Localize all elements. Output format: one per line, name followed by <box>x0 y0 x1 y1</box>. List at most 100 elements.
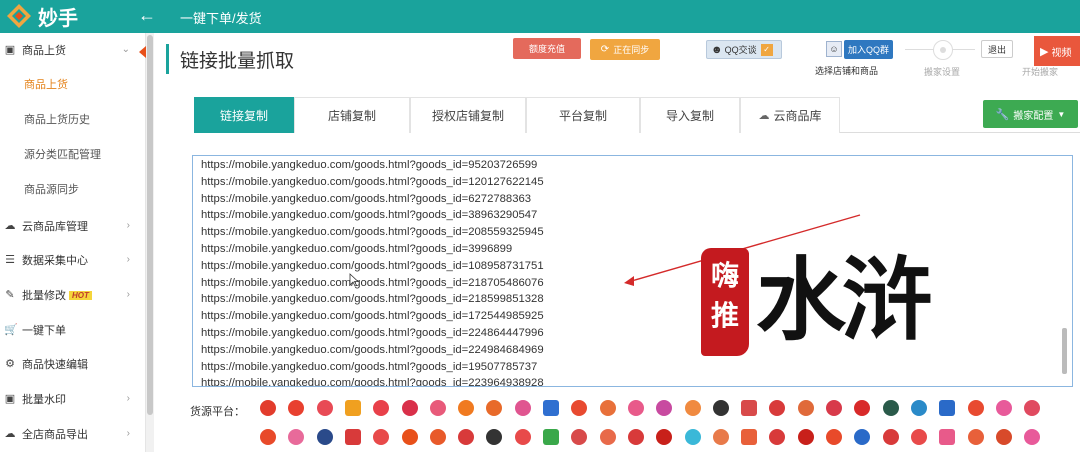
platform-logo-icon[interactable] <box>854 400 871 416</box>
platform-logo-icon[interactable] <box>995 400 1012 416</box>
platform-logo-icon[interactable] <box>288 429 305 445</box>
platform-logo-icon[interactable] <box>373 400 390 416</box>
platform-logo-icon[interactable] <box>486 429 503 445</box>
sidebar-item-quick-edit[interactable]: ⚙ 商品快速编辑 <box>0 347 146 381</box>
platform-logo-icon[interactable] <box>967 429 984 445</box>
sidebar-subitem-category-mapping[interactable]: 源分类匹配管理 <box>0 137 146 171</box>
tab-cloud-library[interactable]: ☁ 云商品库 <box>740 97 840 133</box>
scrollbar-thumb[interactable] <box>147 35 153 415</box>
platform-logo-icon[interactable] <box>656 429 673 445</box>
platform-logo-icon[interactable] <box>344 400 361 416</box>
url-line: https://mobile.yangkeduo.com/goods.html?… <box>201 242 513 255</box>
platform-logo-icon[interactable] <box>344 429 361 445</box>
sidebar-item-product-upload[interactable]: ▣ 商品上货 ⌄ <box>0 33 146 67</box>
platform-logo-icon[interactable] <box>741 400 758 416</box>
platform-logo-icon[interactable] <box>571 429 588 445</box>
platform-logo-icon[interactable] <box>854 429 871 445</box>
platform-logo-icon[interactable] <box>458 400 475 416</box>
textarea-scrollbar[interactable] <box>1061 162 1069 380</box>
header-title: 一键下单/发货 <box>180 11 262 26</box>
sync-button[interactable]: ⟳ 正在同步 <box>590 39 660 60</box>
platform-logo-icon[interactable] <box>260 400 276 416</box>
platform-logo-icon[interactable] <box>882 429 899 445</box>
platform-logo-icon[interactable] <box>769 400 786 416</box>
platform-logo-icon[interactable] <box>571 400 588 416</box>
platform-logo-icon[interactable] <box>514 400 531 416</box>
platform-logo-icon[interactable] <box>429 400 446 416</box>
platform-logo-icon[interactable] <box>741 429 758 445</box>
platform-logo-icon[interactable] <box>910 400 927 416</box>
exit-button[interactable]: 退出 <box>981 40 1013 58</box>
move-config-button[interactable]: 🔧 搬家配置 ▼ <box>983 100 1078 128</box>
back-arrow-icon[interactable]: ← <box>138 6 156 24</box>
platform-logo-icon[interactable] <box>656 400 673 416</box>
platform-logo-icon[interactable] <box>1024 429 1041 445</box>
platform-logo-icon[interactable] <box>882 400 899 416</box>
tab-import-copy[interactable]: 导入复制 <box>640 97 740 133</box>
join-qq-group-button[interactable]: ☺ 加入QQ群 <box>826 39 898 59</box>
platform-logo-icon[interactable] <box>684 400 701 416</box>
platform-logo-icon[interactable] <box>543 400 559 416</box>
sidebar-item-batch-watermark[interactable]: ▣ 批量水印 › <box>0 382 146 416</box>
step-start-move: 开始搬家 <box>1022 67 1059 77</box>
sidebar-item-cloud-library[interactable]: ☁ 云商品库管理 › <box>0 209 146 243</box>
platform-logo-icon[interactable] <box>401 400 418 416</box>
platform-logo-icon[interactable] <box>826 400 842 416</box>
seal-text: 嗨推 <box>710 259 739 332</box>
scrollbar-thumb[interactable] <box>1062 328 1067 374</box>
platform-logo-icon[interactable] <box>486 400 503 416</box>
platform-logo-icon[interactable] <box>797 400 814 416</box>
platform-logo-icon[interactable] <box>543 429 559 445</box>
tab-link-copy[interactable]: 链接复制 <box>194 97 294 133</box>
tab-platform-copy[interactable]: 平台复制 <box>526 97 640 133</box>
sidebar-scrollbar[interactable] <box>146 33 154 452</box>
platform-logo-icon[interactable] <box>939 429 956 445</box>
sidebar-subitem-product-upload[interactable]: 商品上货 <box>0 67 146 101</box>
sidebar-subitem-source-sync[interactable]: 商品源同步 <box>0 172 146 206</box>
url-line: https://mobile.yangkeduo.com/goods.html?… <box>201 209 538 222</box>
url-line: https://mobile.yangkeduo.com/goods.html?… <box>201 293 544 306</box>
video-button[interactable]: ▶ 视频 <box>1034 36 1080 66</box>
platform-logo-icon[interactable] <box>373 429 390 445</box>
platform-logo-icon[interactable] <box>458 429 475 445</box>
recharge-button[interactable]: 额度充值 <box>513 38 581 59</box>
platform-logo-icon[interactable] <box>260 429 276 445</box>
tab-store-copy[interactable]: 店铺复制 <box>294 97 410 133</box>
watermark-seal: 嗨推 <box>701 248 749 356</box>
platform-logo-icon[interactable] <box>627 429 644 445</box>
sidebar-subitem-upload-history[interactable]: 商品上货历史 <box>0 102 146 136</box>
platform-logo-icon[interactable] <box>401 429 418 445</box>
platform-logo-icon[interactable] <box>684 429 701 445</box>
cloud-icon: ☁ <box>4 220 16 232</box>
platform-logo-icon[interactable] <box>316 400 333 416</box>
url-textarea[interactable]: https://mobile.yangkeduo.com/goods.html?… <box>192 155 1073 387</box>
platform-logo-icon[interactable] <box>797 429 814 445</box>
platform-logo-icon[interactable] <box>429 429 446 445</box>
sidebar-item-export[interactable]: ☁ 全店商品导出 › <box>0 417 146 451</box>
sidebar-item-data-collection[interactable]: ☰ 数据采集中心 › <box>0 243 146 277</box>
platform-logo-icon[interactable] <box>939 400 956 416</box>
step-move-settings: 搬家设置 <box>924 67 961 77</box>
tab-authorized-store-copy[interactable]: 授权店铺复制 <box>410 97 526 133</box>
hot-badge: HOT <box>69 290 92 300</box>
sidebar-item-batch-edit[interactable]: ✎ 批量修改 HOT › <box>0 278 146 312</box>
platform-logo-icon[interactable] <box>712 400 729 416</box>
platform-logo-icon[interactable] <box>769 429 786 445</box>
platform-logo-icon[interactable] <box>712 429 729 445</box>
platform-logo-icon[interactable] <box>627 400 644 416</box>
app-logo[interactable]: 妙手 <box>6 3 136 30</box>
platform-logo-icon[interactable] <box>910 429 927 445</box>
gear-icon: ⚙ <box>5 358 15 370</box>
sidebar-item-one-click-order[interactable]: 🛒 一键下单 <box>0 313 146 347</box>
platform-logo-icon[interactable] <box>995 429 1012 445</box>
platform-logo-icon[interactable] <box>288 400 305 416</box>
platform-logo-icon[interactable] <box>826 429 842 445</box>
qq-chat-button[interactable]: ☻ QQ交谈 ✓ <box>706 40 782 59</box>
watermark-text: 水浒 <box>756 247 932 353</box>
platform-logo-icon[interactable] <box>1024 400 1041 416</box>
platform-logo-icon[interactable] <box>316 429 333 445</box>
platform-logo-icon[interactable] <box>514 429 531 445</box>
platform-logo-icon[interactable] <box>599 429 616 445</box>
platform-logo-icon[interactable] <box>967 400 984 416</box>
platform-logo-icon[interactable] <box>599 400 616 416</box>
